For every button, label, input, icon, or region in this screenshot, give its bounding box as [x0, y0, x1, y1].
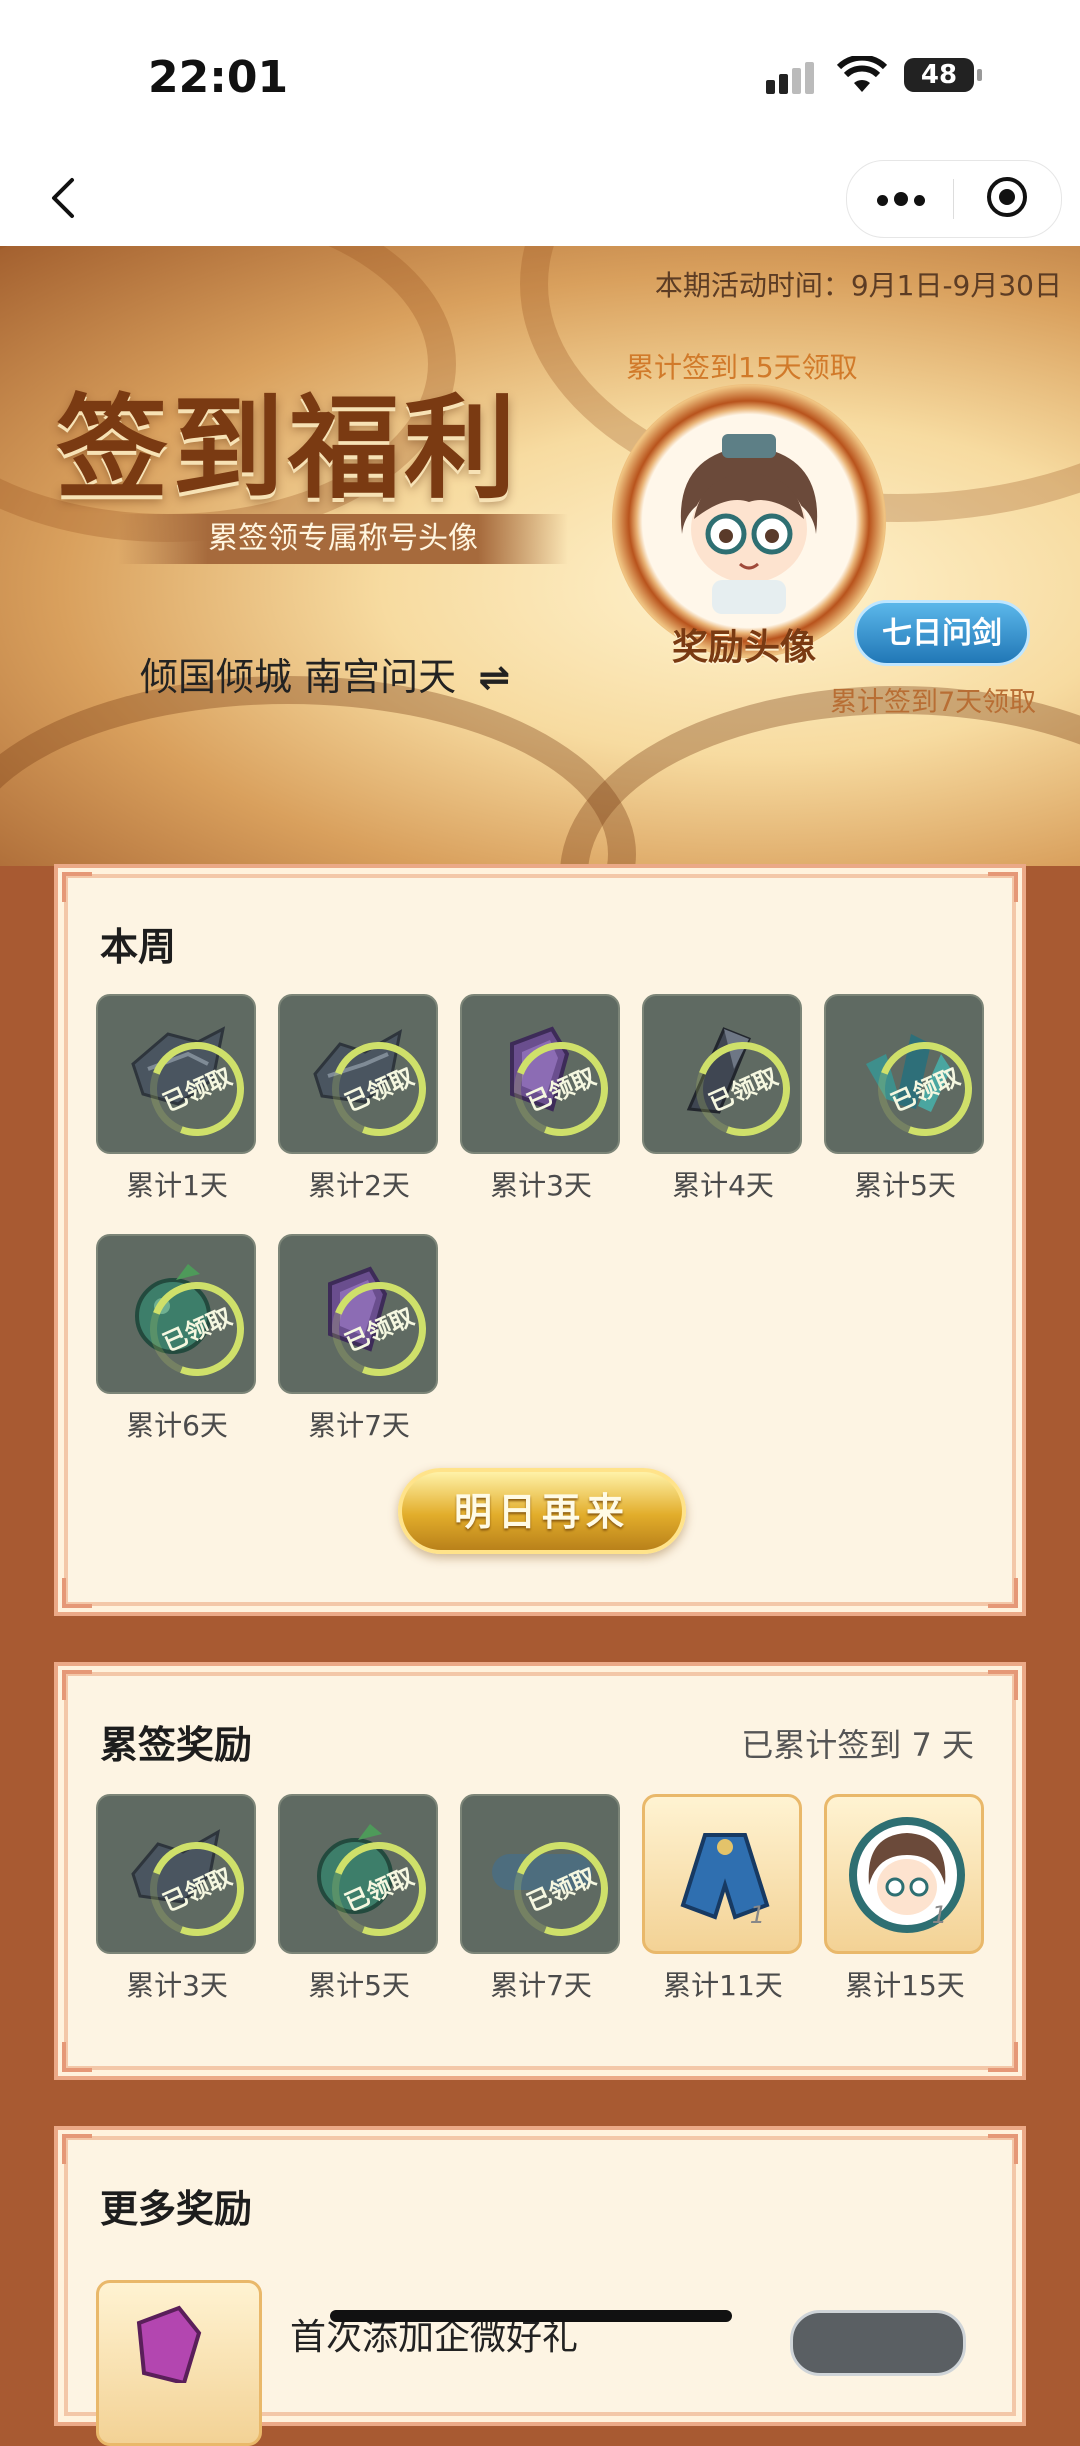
reward-tile: 1	[642, 1794, 802, 1954]
cumulative-title: 累签奖励	[100, 1723, 253, 1767]
more-reward-action-button[interactable]	[790, 2310, 966, 2376]
back-icon[interactable]	[38, 170, 94, 226]
badge-requirement: 累计签到7天领取	[830, 687, 1037, 718]
reward-avatar-label: 奖励头像	[672, 627, 817, 668]
signal-icon	[766, 62, 818, 94]
nav-bar	[0, 150, 1080, 246]
cumulative-reward-3[interactable]: 已领取 累计3天	[96, 1794, 258, 2004]
status-time: 22:01	[148, 52, 289, 103]
reward-day-1[interactable]: 已领取 累计1天	[96, 994, 258, 1204]
reward-tile: 1	[824, 1794, 984, 1954]
reward-day-label: 累计7天	[490, 1969, 592, 2002]
reward-tile: 已领取	[642, 994, 802, 1154]
avatar-frame-icon	[849, 1817, 965, 1933]
reward-tile: 已领取	[96, 1234, 256, 1394]
reward-day-label: 累计6天	[126, 1409, 228, 1442]
cumulative-status: 已累计签到 7 天	[741, 1726, 974, 1764]
reward-day-5[interactable]: 已领取 累计5天	[824, 994, 986, 1204]
reward-quantity: 1	[931, 1901, 947, 1929]
cumulative-reward-11[interactable]: 1 累计11天	[642, 1794, 804, 2004]
reward-day-label: 累计5天	[308, 1969, 410, 2002]
reward-day-label: 累计1天	[126, 1169, 228, 1202]
reward-day-label: 累计2天	[308, 1169, 410, 1202]
reward-day-label: 累计3天	[490, 1169, 592, 1202]
battery-icon: 48	[904, 58, 982, 92]
reward-day-4[interactable]: 已领取 累计4天	[642, 994, 804, 1204]
reward-tile: 已领取	[824, 994, 984, 1154]
activity-period: 本期活动时间：9月1日-9月30日	[654, 269, 1062, 302]
reward-day-label: 累计3天	[126, 1969, 228, 2002]
close-target-icon[interactable]	[987, 177, 1027, 217]
reward-tile: 已领取	[460, 1794, 620, 1954]
weekly-checkin-card: 本周 已领取 累计1天 已领取 累计2天 已领取 累计3天 已领取 累计4天 已…	[54, 864, 1026, 1616]
reward-tile: 已领取	[96, 994, 256, 1154]
reward-avatar[interactable]	[612, 384, 886, 658]
reward-day-label: 累计11天	[663, 1969, 783, 2002]
home-indicator	[330, 2310, 732, 2322]
reward-tile: 已领取	[96, 1794, 256, 1954]
cumulative-reward-15[interactable]: 1 累计15天	[824, 1794, 986, 2004]
more-rewards-title: 更多奖励	[100, 2187, 253, 2231]
mini-program-capsule	[846, 160, 1062, 238]
cumulative-rewards-card: 累签奖励 已累计签到 7 天 已领取 累计3天 已领取 累计5天 已领取 累计7…	[54, 1662, 1026, 2080]
more-rewards-card: 更多奖励 首次添加企微好礼	[54, 2126, 1026, 2446]
purple-gem-icon	[136, 2305, 202, 2383]
swap-account-icon[interactable]: ⇌	[478, 655, 510, 699]
come-back-tomorrow-button[interactable]: 明日再来	[398, 1468, 686, 1554]
page-title: 签到福利	[56, 383, 520, 514]
reward-quantity: 1	[749, 1901, 765, 1929]
user-name-text: 倾国倾城 南宫问天	[140, 655, 457, 699]
status-bar: 22:01 48	[0, 0, 1080, 150]
avatar-requirement: 累计签到15天领取	[626, 351, 858, 384]
wifi-icon	[836, 56, 888, 92]
more-reward-tile[interactable]	[96, 2280, 262, 2446]
reward-day-label: 累计15天	[845, 1969, 965, 2002]
reward-day-6[interactable]: 已领取 累计6天	[96, 1234, 258, 1444]
reward-day-label: 累计4天	[672, 1169, 774, 1202]
more-icon[interactable]	[877, 191, 931, 210]
checkin-banner: 本期活动时间：9月1日-9月30日 签到福利 累签领专属称号头像 倾国倾城 南宫…	[0, 246, 1080, 866]
reward-day-label: 累计5天	[854, 1169, 956, 1202]
weekly-title: 本周	[100, 925, 177, 969]
reward-tile: 已领取	[278, 1794, 438, 1954]
reward-day-3[interactable]: 已领取 累计3天	[460, 994, 622, 1204]
reward-day-label: 累计7天	[308, 1409, 410, 1442]
reward-tile: 已领取	[278, 1234, 438, 1394]
capsule-divider	[953, 179, 954, 219]
reward-tile: 已领取	[278, 994, 438, 1154]
user-name[interactable]: 倾国倾城 南宫问天 ⇌	[140, 646, 510, 701]
reward-tile: 已领取	[460, 994, 620, 1154]
cumulative-reward-7[interactable]: 已领取 累计7天	[460, 1794, 622, 2004]
reward-day-2[interactable]: 已领取 累计2天	[278, 994, 440, 1204]
title-badge[interactable]: 七日问剑	[854, 600, 1030, 666]
avatar-character-icon	[680, 434, 818, 614]
reward-day-7[interactable]: 已领取 累计7天	[278, 1234, 440, 1444]
banner-subtitle: 累签领专属称号头像	[118, 514, 568, 564]
cumulative-reward-5[interactable]: 已领取 累计5天	[278, 1794, 440, 2004]
